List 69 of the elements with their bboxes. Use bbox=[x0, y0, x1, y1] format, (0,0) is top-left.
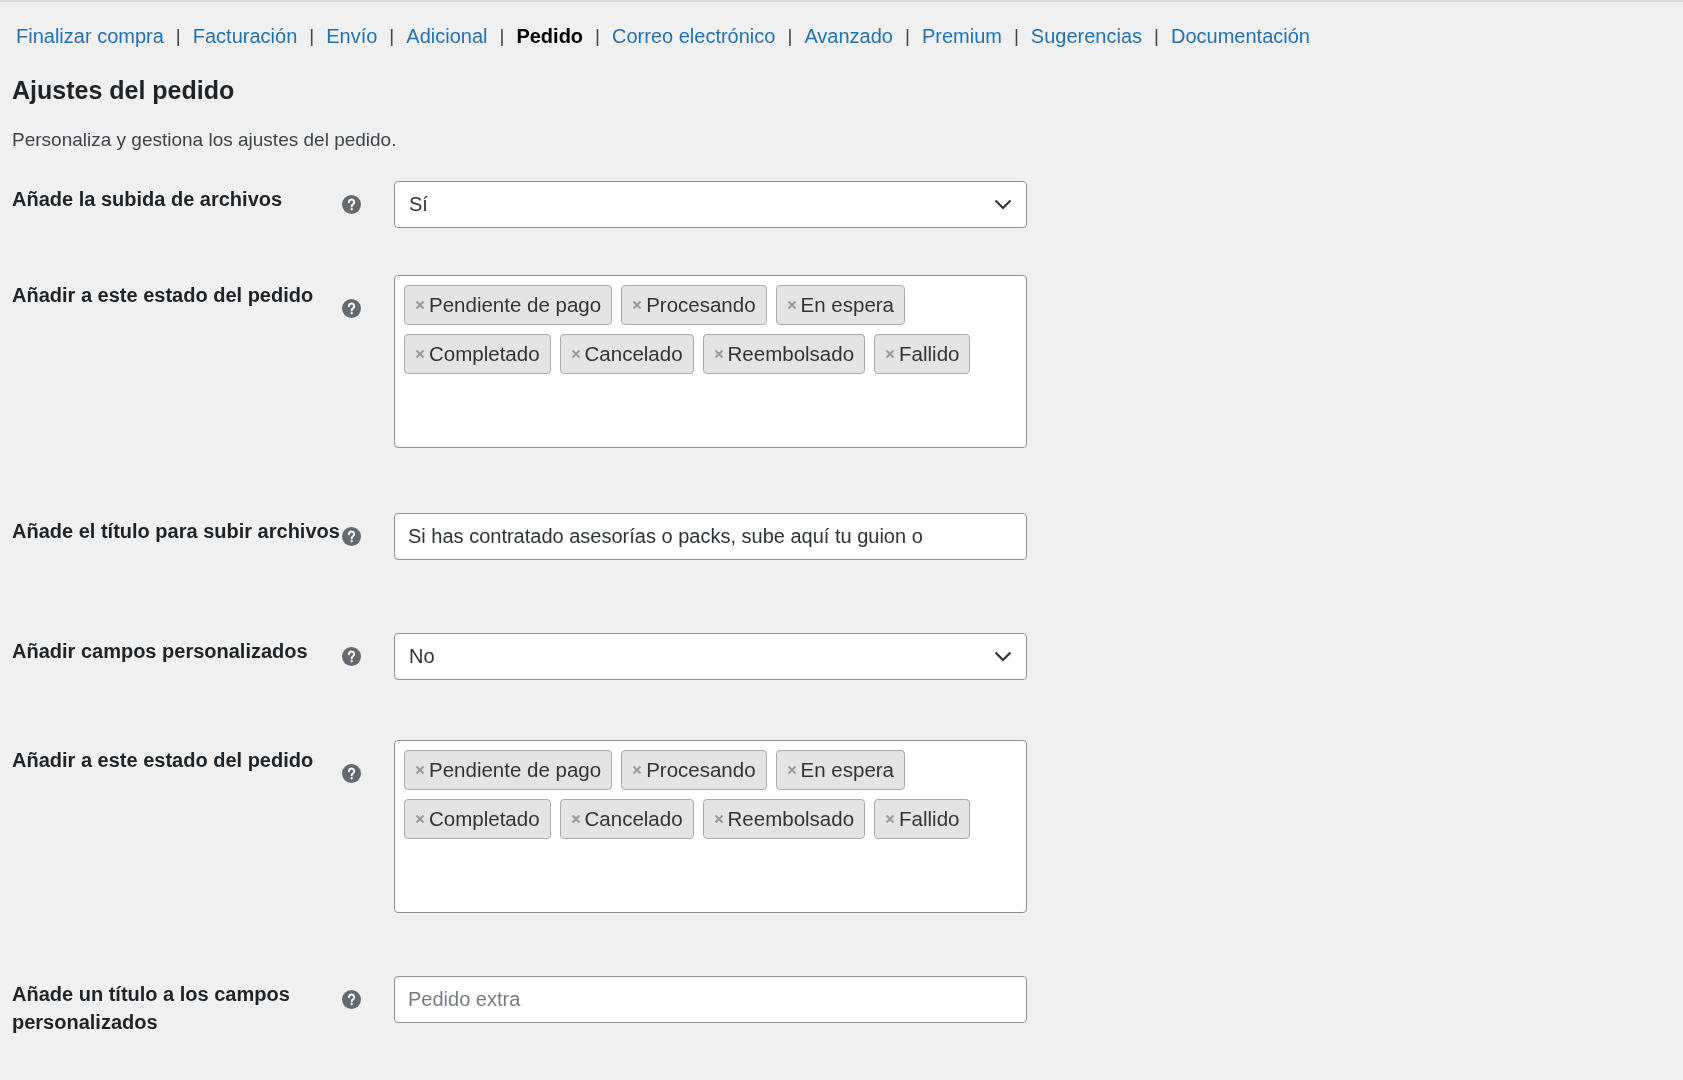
remove-icon[interactable] bbox=[885, 814, 896, 824]
nav-separator: | bbox=[175, 25, 181, 47]
remove-icon[interactable] bbox=[632, 765, 643, 775]
remove-icon[interactable] bbox=[786, 765, 797, 775]
setting-label: Añadir a este estado del pedido bbox=[12, 283, 315, 308]
dropdown-select[interactable]: Sí bbox=[394, 181, 1027, 228]
help-icon[interactable] bbox=[342, 527, 361, 546]
remove-icon[interactable] bbox=[570, 349, 581, 359]
remove-icon[interactable] bbox=[415, 765, 425, 775]
nav-separator: | bbox=[309, 25, 315, 47]
nav-tab-link[interactable]: Documentación bbox=[1171, 24, 1310, 48]
nav-separator: | bbox=[1154, 25, 1159, 47]
nav-separator: | bbox=[787, 25, 793, 47]
multi-select-field[interactable]: Pendiente de pago Procesando En espera Completado Cancelado Reembolsado Fallido bbox=[394, 275, 1027, 448]
nav-separator: | bbox=[499, 25, 505, 47]
tag-label: Procesando bbox=[646, 758, 756, 782]
help-icon[interactable] bbox=[342, 299, 361, 318]
tag-label: Completado bbox=[429, 342, 540, 366]
tag-label: Reembolsado bbox=[727, 342, 855, 366]
setting-label: Añadir a este estado del pedido bbox=[12, 748, 315, 773]
nav-tab-link[interactable]: Premium bbox=[921, 24, 1002, 48]
help-icon[interactable] bbox=[342, 195, 361, 214]
chevron-down-icon bbox=[994, 199, 1012, 210]
nav-tab-link[interactable]: Correo electrónico bbox=[612, 24, 776, 48]
nav-tab-link[interactable]: Facturación bbox=[192, 24, 298, 48]
page-description: Personaliza y gestiona los ajustes del pedido. bbox=[12, 129, 398, 151]
remove-icon[interactable] bbox=[885, 349, 896, 359]
tag-label: Completado bbox=[429, 807, 540, 831]
nav-separator: | bbox=[1013, 25, 1019, 47]
tag-label: Pendiente de pago bbox=[429, 758, 602, 782]
remove-icon[interactable] bbox=[713, 349, 724, 359]
tag-label: Procesando bbox=[646, 293, 756, 317]
multi-select-field[interactable]: Pendiente de pago Procesando En espera Completado Cancelado Reembolsado Fallido bbox=[394, 740, 1027, 913]
tag-label: Cancelado bbox=[584, 807, 683, 831]
nav-separator: | bbox=[904, 25, 910, 47]
tag-label: Reembolsado bbox=[727, 807, 855, 831]
remove-icon[interactable] bbox=[713, 814, 724, 824]
tag-label: En espera bbox=[800, 293, 894, 317]
remove-icon[interactable] bbox=[786, 300, 797, 310]
remove-icon[interactable] bbox=[632, 300, 643, 310]
nav-separator: | bbox=[389, 25, 395, 47]
setting-label: Añade un título a los campos personalizados bbox=[12, 982, 291, 1035]
tag-label: Cancelado bbox=[584, 342, 683, 366]
remove-icon[interactable] bbox=[415, 300, 425, 310]
help-icon[interactable] bbox=[342, 990, 361, 1009]
tag-label: Pendiente de pago bbox=[429, 293, 602, 317]
help-icon[interactable] bbox=[342, 647, 361, 666]
text-input-field[interactable]: Si has contratado asesorías o packs, sube aquí tu guion o bbox=[394, 513, 1027, 560]
tag-label: Fallido bbox=[899, 342, 960, 366]
nav-tab-link[interactable]: Finalizar compra bbox=[16, 24, 164, 48]
nav-tab-link[interactable]: Pedido bbox=[516, 24, 584, 48]
chevron-down-icon bbox=[994, 651, 1012, 662]
text-input-field[interactable]: Pedido extra bbox=[394, 976, 1027, 1023]
setting-label: Añade la subida de archivos bbox=[12, 187, 284, 212]
dropdown-select[interactable]: No bbox=[394, 633, 1027, 680]
tag-label: Fallido bbox=[899, 807, 960, 831]
remove-icon[interactable] bbox=[415, 349, 425, 359]
setting-label: Añadir campos personalizados bbox=[12, 639, 309, 664]
page-title: Ajustes del pedido bbox=[12, 76, 236, 105]
nav-separator: | bbox=[595, 25, 600, 47]
nav-tab-link[interactable]: Adicional bbox=[406, 24, 488, 48]
nav-tab-link[interactable]: Avanzado bbox=[804, 24, 893, 48]
remove-icon[interactable] bbox=[570, 814, 581, 824]
nav-tab-link[interactable]: Envío bbox=[326, 24, 378, 48]
remove-icon[interactable] bbox=[415, 814, 425, 824]
setting-label: Añade el título para subir archivos bbox=[12, 519, 341, 544]
tag-label: En espera bbox=[800, 758, 894, 782]
nav-tab-link[interactable]: Sugerencias bbox=[1030, 24, 1143, 48]
help-icon[interactable] bbox=[342, 764, 361, 783]
